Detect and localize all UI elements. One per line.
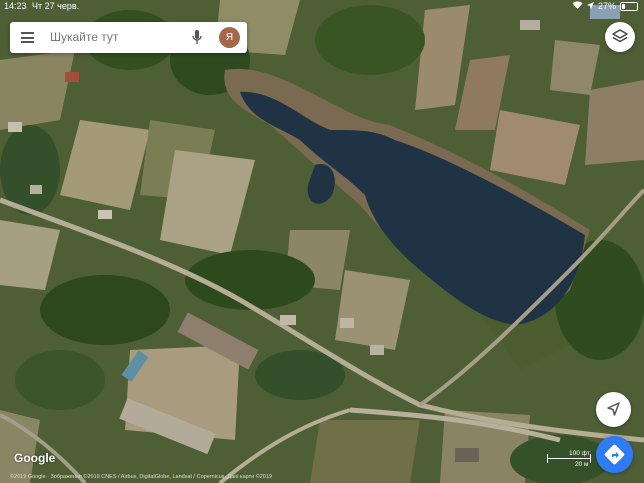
directions-button[interactable] <box>596 436 633 473</box>
my-location-icon <box>607 402 620 416</box>
map-attribution[interactable]: ©2019 Google · Зображення ©2019 CNES / A… <box>10 474 272 480</box>
scale-label-feet: 100 фт <box>569 450 590 457</box>
battery-icon <box>620 1 638 11</box>
microphone-icon[interactable] <box>192 30 202 45</box>
menu-icon[interactable] <box>21 32 34 43</box>
satellite-map[interactable] <box>0 0 644 483</box>
layers-icon <box>612 29 628 43</box>
directions-icon <box>604 444 625 465</box>
status-date: Чт 27 черв. <box>32 1 80 11</box>
layers-button[interactable] <box>605 22 635 52</box>
avatar[interactable]: Я <box>219 27 240 48</box>
scale-label-meters: 20 м <box>575 461 589 468</box>
search-input[interactable]: Шукайте тут <box>50 30 118 44</box>
battery-percent: 27% <box>597 1 616 11</box>
scale-bar <box>547 458 591 459</box>
scale-tick-right <box>590 454 591 463</box>
search-box[interactable]: Шукайте тут Я <box>10 22 247 53</box>
map-scale: 100 фт 20 м <box>545 450 593 470</box>
status-time: 14:23 <box>4 1 27 11</box>
wifi-icon <box>572 1 583 11</box>
google-logo: Google <box>14 451 56 465</box>
my-location-button[interactable] <box>596 392 631 427</box>
status-bar: 14:23 Чт 27 черв. 27% <box>0 0 644 14</box>
location-arrow-icon <box>586 1 594 11</box>
scale-tick-left <box>547 454 548 463</box>
status-right-group: 27% <box>572 1 638 11</box>
